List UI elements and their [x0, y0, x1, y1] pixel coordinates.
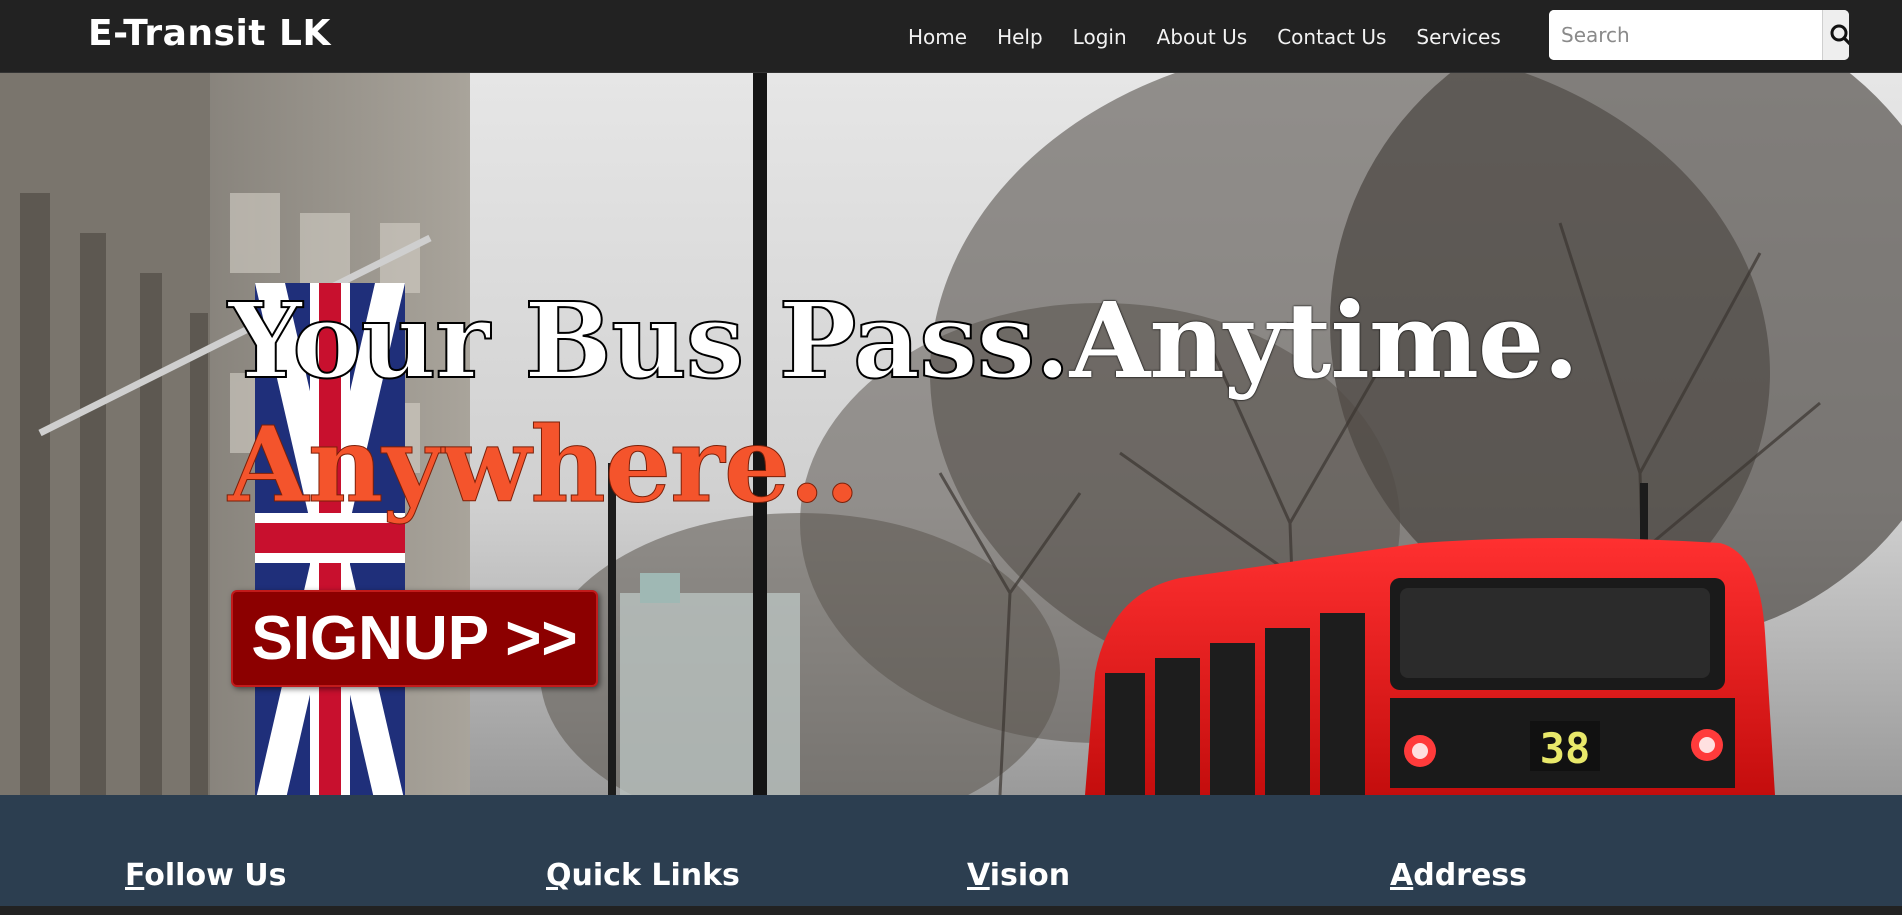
nav-link-services[interactable]: Services [1416, 25, 1500, 49]
bus-route-number: 38 [1540, 724, 1591, 773]
nav-link-help[interactable]: Help [997, 25, 1043, 49]
footer [0, 795, 1902, 915]
nav-link-home[interactable]: Home [908, 25, 967, 49]
hero-section: 38 Your Bus Pass.Anytime. Anywhere.. SIG… [0, 73, 1902, 795]
nav-link-contact-us[interactable]: Contact Us [1277, 25, 1386, 49]
brand-logo[interactable]: E-Transit LK [88, 13, 331, 54]
top-navbar: E-Transit LK Home Help Login About Us Co… [0, 0, 1902, 73]
search-button[interactable] [1822, 10, 1849, 60]
hero-title-part1: Your Bus Pass. [227, 279, 1072, 402]
hero-title: Your Bus Pass.Anytime. [227, 279, 1580, 402]
hero-subtitle: Anywhere.. [227, 403, 860, 526]
footer-heading-quick-links: Quick Links [546, 858, 740, 893]
footer-bottom-strip [0, 906, 1902, 915]
search-icon [1830, 24, 1849, 46]
signup-button[interactable]: SIGNUP >> [231, 590, 598, 687]
nav-link-about-us[interactable]: About Us [1157, 25, 1248, 49]
search-input[interactable] [1549, 10, 1822, 60]
nav-link-login[interactable]: Login [1073, 25, 1127, 49]
footer-heading-vision: Vision [967, 858, 1071, 893]
hero-title-part2: Anytime. [1069, 279, 1580, 402]
footer-heading-follow-us: Follow Us [125, 858, 287, 893]
footer-heading-address: Address [1390, 858, 1528, 893]
nav-links: Home Help Login About Us Contact Us Serv… [908, 0, 1531, 73]
search-form [1549, 10, 1849, 60]
